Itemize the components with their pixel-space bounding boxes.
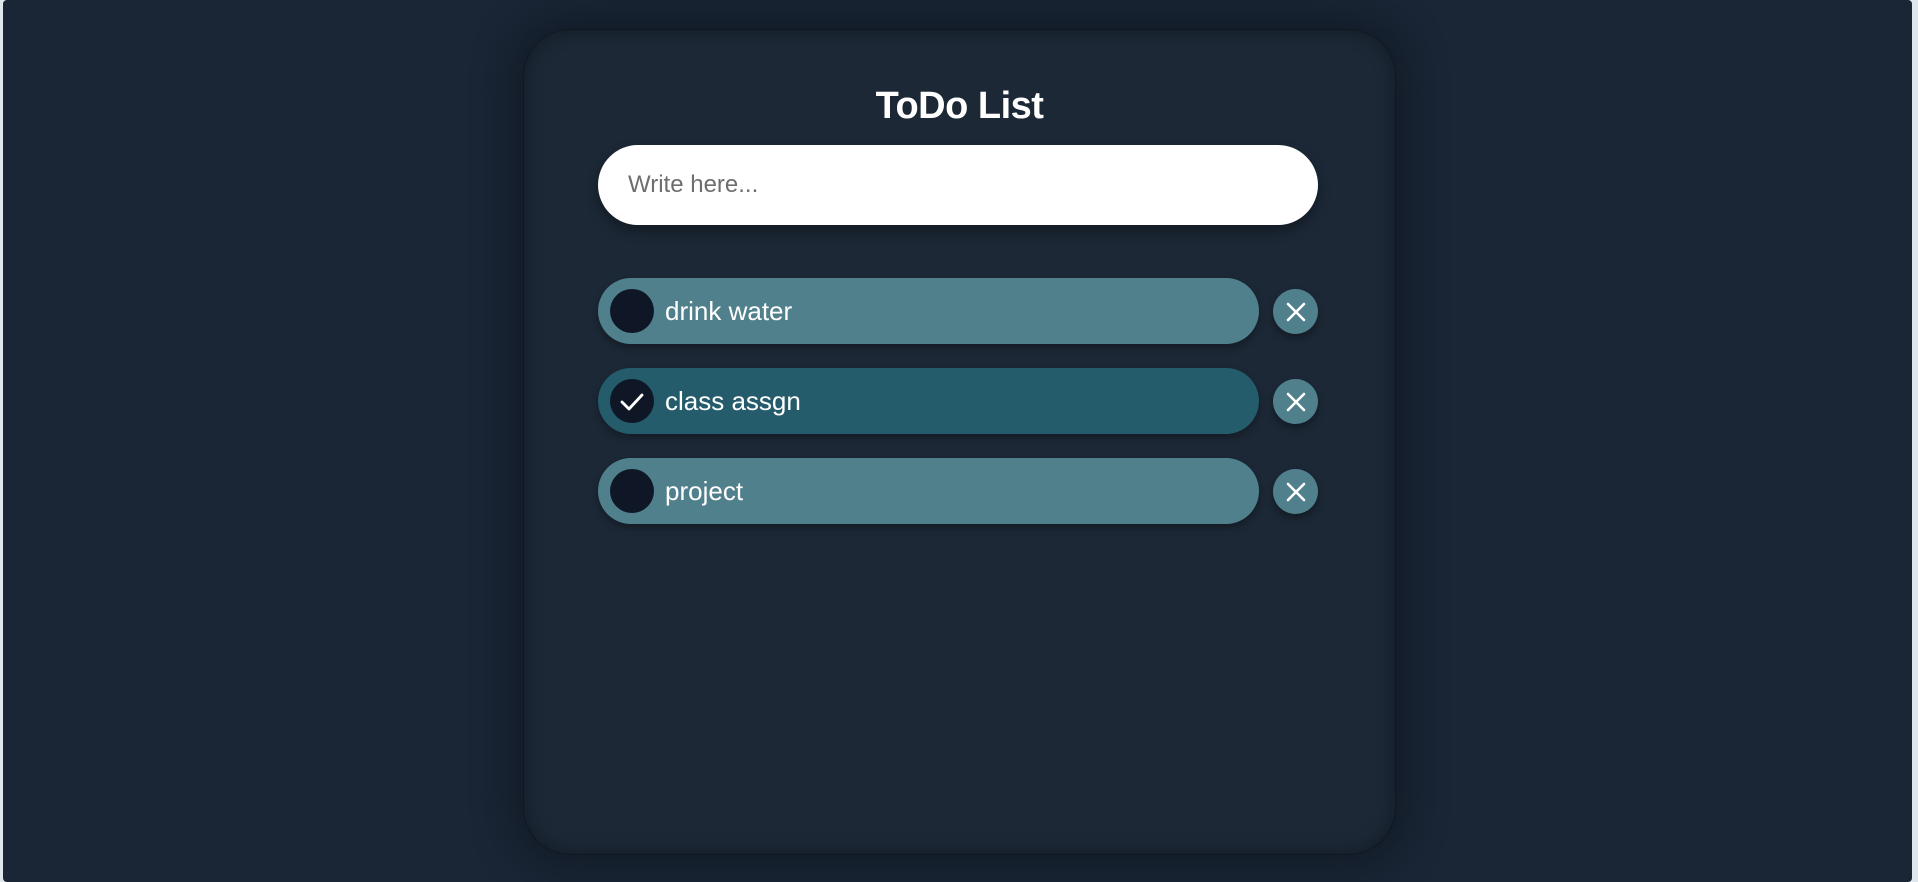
checkbox-circle[interactable] [610, 289, 654, 333]
close-icon [1286, 302, 1305, 321]
todo-row: drink water [598, 278, 1320, 344]
checkmark-icon [620, 393, 644, 411]
todo-list: drink water class assgn project [598, 278, 1320, 548]
page-background: ToDo List drink water [3, 0, 1912, 882]
close-icon [1286, 392, 1305, 411]
todo-text: drink water [665, 296, 793, 326]
delete-button[interactable] [1273, 379, 1318, 424]
todo-item[interactable]: project [598, 458, 1259, 524]
todo-card: ToDo List drink water [524, 30, 1395, 854]
delete-button[interactable] [1273, 469, 1318, 514]
page-title: ToDo List [875, 85, 1044, 127]
close-icon [1286, 482, 1305, 501]
todo-text: class assgn [665, 386, 801, 416]
todo-row: class assgn [598, 368, 1320, 434]
todo-input[interactable] [598, 145, 1318, 225]
delete-button[interactable] [1273, 289, 1318, 334]
checkbox-circle[interactable] [610, 379, 654, 423]
todo-item[interactable]: drink water [598, 278, 1259, 344]
todo-row: project [598, 458, 1320, 524]
todo-text: project [665, 476, 744, 506]
checkbox-circle[interactable] [610, 469, 654, 513]
todo-item[interactable]: class assgn [598, 368, 1259, 434]
